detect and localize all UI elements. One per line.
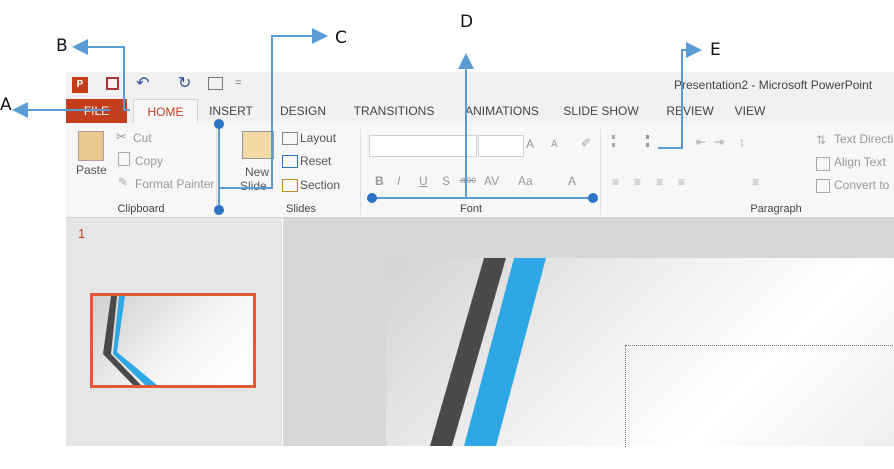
tab-insert[interactable]: INSERT [204,99,258,123]
numbering-icon[interactable] [646,135,663,147]
thumbnail-graphic [103,296,157,385]
cut-button[interactable]: Cut [133,131,152,145]
strikethrough-button[interactable]: abc [460,175,476,186]
paste-button[interactable]: Paste [76,163,107,177]
tab-slide-show[interactable]: SLIDE SHOW [560,99,642,123]
clear-formatting-icon[interactable]: ✐ [581,136,591,150]
text-direction-icon: ⇅ [816,133,827,147]
shadow-button[interactable]: S [442,174,450,188]
align-left-icon[interactable]: ≡ [612,175,619,189]
font-color-button[interactable]: A [568,174,576,188]
reset-icon [282,155,298,168]
paragraph-group-label: Paragraph [750,203,802,215]
columns-icon[interactable]: ≡ [752,175,759,189]
line-spacing-icon[interactable]: ↕ [739,135,745,149]
italic-button[interactable]: I [397,174,400,188]
underline-button[interactable]: U [419,174,428,188]
ribbon-tabs: FILE HOME INSERT DESIGN TRANSITIONS ANIM… [66,99,894,125]
bold-button[interactable]: B [375,174,384,188]
group-divider [216,129,217,215]
save-icon[interactable] [106,77,119,90]
format-painter-icon: ✎ [118,175,129,189]
group-divider [600,129,601,215]
qat-customize-dropdown[interactable]: = [235,77,241,89]
align-text-icon [816,157,830,171]
redo-icon[interactable]: ↻ [178,73,191,93]
tab-transitions[interactable]: TRANSITIONS [349,99,439,123]
callout-d: D [460,12,474,32]
bullets-icon[interactable] [612,135,629,147]
tab-home[interactable]: HOME [133,99,198,125]
font-size-box[interactable] [478,135,524,157]
tab-review[interactable]: REVIEW [665,99,715,123]
slide-thumbnail[interactable] [90,293,256,388]
character-spacing-button[interactable]: AV [484,174,499,188]
font-name-box[interactable] [369,135,477,157]
layout-icon [282,132,298,145]
section-icon [282,179,298,192]
copy-button[interactable]: Copy [135,154,163,168]
align-right-icon[interactable]: ≡ [656,175,663,189]
slide-thumbnail-pane: 1 [66,218,282,446]
new-slide-button[interactable]: New [245,165,269,179]
grow-font-button[interactable]: A [526,137,534,151]
change-case-button[interactable]: Aa [518,174,533,188]
new-slide-button-line2[interactable]: Slide [240,179,267,193]
callout-b: B [56,36,68,56]
slides-group-label: Slides [286,203,316,215]
slide-number: 1 [78,226,86,241]
section-button[interactable]: Section [300,178,340,192]
convert-smartart-button[interactable]: Convert to [834,178,889,192]
presenter-icon[interactable] [208,77,223,90]
tab-animations[interactable]: ANIMATIONS [460,99,544,123]
tab-file[interactable]: FILE [66,99,127,123]
undo-icon[interactable]: ↶ [136,73,149,93]
increase-indent-icon[interactable]: ⇥ [714,135,724,149]
window-title: Presentation2 - Microsoft PowerPoint [674,78,873,92]
format-painter-button[interactable]: Format Painter [135,177,214,191]
group-divider [360,129,361,215]
powerpoint-logo-icon: P [72,77,88,93]
callout-c: C [335,28,347,48]
font-group-label: Font [459,203,482,215]
text-direction-button[interactable]: Text Directi [834,132,893,146]
new-slide-icon[interactable] [242,131,274,159]
callout-a: A [0,95,12,115]
copy-icon [118,152,130,166]
layout-button[interactable]: Layout [300,131,336,145]
reset-button[interactable]: Reset [300,154,331,168]
center-icon[interactable]: ≡ [634,175,641,189]
decrease-indent-icon[interactable]: ⇤ [696,135,706,149]
align-text-button[interactable]: Align Text [834,155,886,169]
smartart-icon [816,179,830,193]
content-placeholder[interactable] [625,345,894,447]
shrink-font-button[interactable]: A [551,139,558,150]
paste-icon[interactable] [78,131,104,161]
title-bar: P ↶ ↻ = Presentation2 - Microsoft PowerP… [66,72,894,99]
tab-design[interactable]: DESIGN [275,99,331,123]
clipboard-group-label: Clipboard [117,203,165,215]
scissors-icon: ✂ [116,129,127,144]
justify-icon[interactable]: ≡ [678,175,685,189]
callout-e: E [710,40,721,60]
ribbon: Paste ✂ Cut Copy ✎ Format Painter Clipbo… [66,123,894,218]
tab-view[interactable]: VIEW [731,99,769,123]
